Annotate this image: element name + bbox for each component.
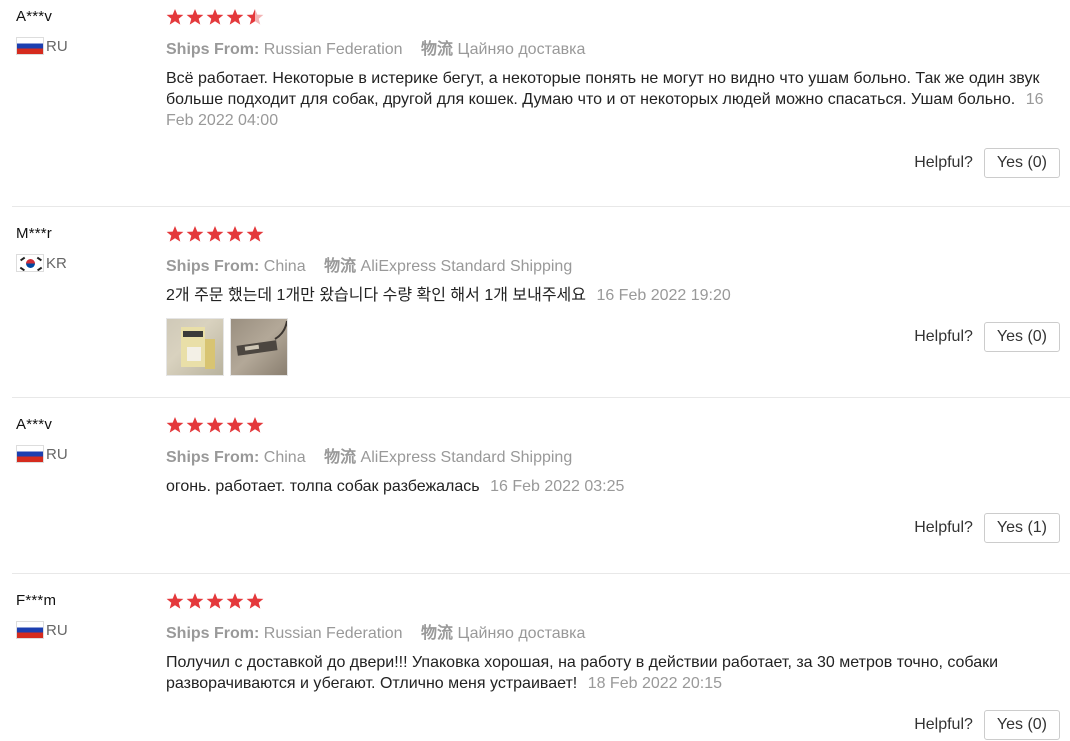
- shipping-info: Ships From: Russian Federation 物流 Цайняо…: [166, 619, 1046, 643]
- helpful-section: Helpful? Yes (1): [914, 513, 1060, 543]
- south-korea-flag-icon: [16, 254, 44, 272]
- reviewer-country: RU: [16, 37, 68, 55]
- shipping-info: Ships From: Russian Federation 物流 Цайняо…: [166, 35, 1046, 59]
- helpful-section: Helpful? Yes (0): [914, 148, 1060, 178]
- star-icon: [246, 593, 264, 609]
- star-icon: [166, 9, 184, 25]
- star-icon: [226, 417, 244, 433]
- star-icon: [166, 593, 184, 609]
- reviewer-info: A***v RU: [16, 8, 68, 55]
- shipping-label: 物流: [324, 449, 357, 466]
- helpful-label: Helpful?: [914, 716, 973, 733]
- review-date: 16 Feb 2022 19:20: [596, 287, 731, 304]
- star-icon: [246, 226, 264, 242]
- review-divider: [12, 573, 1070, 574]
- reviewer-info: M***r KR: [16, 225, 67, 272]
- review-text: Всё работает. Некоторые в истерике бегут…: [166, 68, 1046, 131]
- star-icon: [226, 593, 244, 609]
- star-icon: [186, 417, 204, 433]
- country-code: KR: [46, 254, 67, 272]
- shipping-method: Цайняо доставка: [457, 625, 586, 642]
- star-icon: [166, 417, 184, 433]
- helpful-label: Helpful?: [914, 519, 973, 536]
- helpful-yes-button[interactable]: Yes (1): [983, 513, 1060, 543]
- review-divider: [12, 397, 1070, 398]
- reviewer-info: A***v RU: [16, 416, 68, 463]
- review-divider: [12, 206, 1070, 207]
- shipping-label: 物流: [421, 625, 454, 642]
- helpful-yes-button[interactable]: Yes (0): [983, 322, 1060, 352]
- star-icon: [246, 417, 264, 433]
- reviewer-name: M***r: [16, 225, 53, 242]
- star-icon: [206, 593, 224, 609]
- country-code: RU: [46, 445, 68, 463]
- review-body: 2개 주문 했는데 1개만 왔습니다 수량 확인 해서 1개 보내주세요: [166, 287, 586, 304]
- ships-from-value: Russian Federation: [263, 625, 403, 642]
- shipping-method: Цайняо доставка: [457, 41, 586, 58]
- russia-flag-icon: [16, 445, 44, 463]
- helpful-label: Helpful?: [914, 154, 973, 171]
- review-date: 16 Feb 2022 03:25: [490, 478, 625, 495]
- ships-from-label: Ships From:: [166, 449, 260, 466]
- review-body: огонь. работает. толпа собак разбежалась: [166, 478, 480, 495]
- reviewer-country: RU: [16, 445, 68, 463]
- reviewer-country: RU: [16, 621, 68, 639]
- review-content: Ships From: China 物流 AliExpress Standard…: [166, 225, 1046, 376]
- star-rating: [166, 592, 1046, 610]
- review-date: 18 Feb 2022 20:15: [587, 675, 723, 692]
- reviewer-name: F***m: [16, 592, 57, 609]
- review-content: Ships From: Russian Federation 物流 Цайняо…: [166, 592, 1046, 694]
- star-icon: [226, 226, 244, 242]
- helpful-section: Helpful? Yes (0): [914, 322, 1060, 352]
- review-content: Ships From: China 物流 AliExpress Standard…: [166, 416, 1046, 497]
- shipping-info: Ships From: China 物流 AliExpress Standard…: [166, 443, 1046, 467]
- review-text: огонь. работает. толпа собак разбежалась…: [166, 476, 1046, 497]
- helpful-yes-button[interactable]: Yes (0): [983, 148, 1060, 178]
- review-photo-thumbnail[interactable]: [166, 318, 224, 376]
- review-body: Получил с доставкой до двери!!! Упаковка…: [166, 654, 999, 692]
- review-text: Получил с доставкой до двери!!! Упаковка…: [166, 652, 1046, 694]
- reviewer-info: F***m RU: [16, 592, 68, 639]
- ships-from-label: Ships From:: [166, 258, 260, 275]
- shipping-method: AliExpress Standard Shipping: [360, 449, 573, 466]
- helpful-label: Helpful?: [914, 328, 973, 345]
- star-icon: [186, 9, 204, 25]
- review-body: Всё работает. Некоторые в истерике бегут…: [166, 70, 1040, 108]
- star-icon: [206, 9, 224, 25]
- star-icon: [226, 9, 244, 25]
- review-text: 2개 주문 했는데 1개만 왔습니다 수량 확인 해서 1개 보내주세요 16 …: [166, 285, 1046, 306]
- star-icon: [206, 226, 224, 242]
- reviewer-name: A***v: [16, 8, 53, 25]
- star-rating: [166, 416, 1046, 434]
- reviewer-country: KR: [16, 254, 67, 272]
- review-photo-thumbnail[interactable]: [230, 318, 288, 376]
- star-icon: [186, 593, 204, 609]
- country-code: RU: [46, 37, 68, 55]
- star-rating: [166, 225, 1046, 243]
- ships-from-label: Ships From:: [166, 625, 260, 642]
- country-code: RU: [46, 621, 68, 639]
- star-rating: [166, 8, 1046, 26]
- ships-from-value: Russian Federation: [263, 41, 403, 58]
- helpful-yes-button[interactable]: Yes (0): [983, 710, 1060, 740]
- reviewer-name: A***v: [16, 416, 53, 433]
- helpful-section: Helpful? Yes (0): [914, 710, 1060, 740]
- shipping-info: Ships From: China 物流 AliExpress Standard…: [166, 252, 1046, 276]
- star-icon: [186, 226, 204, 242]
- star-icon: [166, 226, 184, 242]
- ships-from-value: China: [263, 449, 306, 466]
- star-icon: [206, 417, 224, 433]
- russia-flag-icon: [16, 621, 44, 639]
- review-content: Ships From: Russian Federation 物流 Цайняо…: [166, 8, 1046, 131]
- shipping-label: 物流: [324, 258, 357, 275]
- shipping-method: AliExpress Standard Shipping: [360, 258, 573, 275]
- star-icon: [246, 9, 264, 25]
- ships-from-label: Ships From:: [166, 41, 260, 58]
- russia-flag-icon: [16, 37, 44, 55]
- ships-from-value: China: [263, 258, 306, 275]
- shipping-label: 物流: [421, 41, 454, 58]
